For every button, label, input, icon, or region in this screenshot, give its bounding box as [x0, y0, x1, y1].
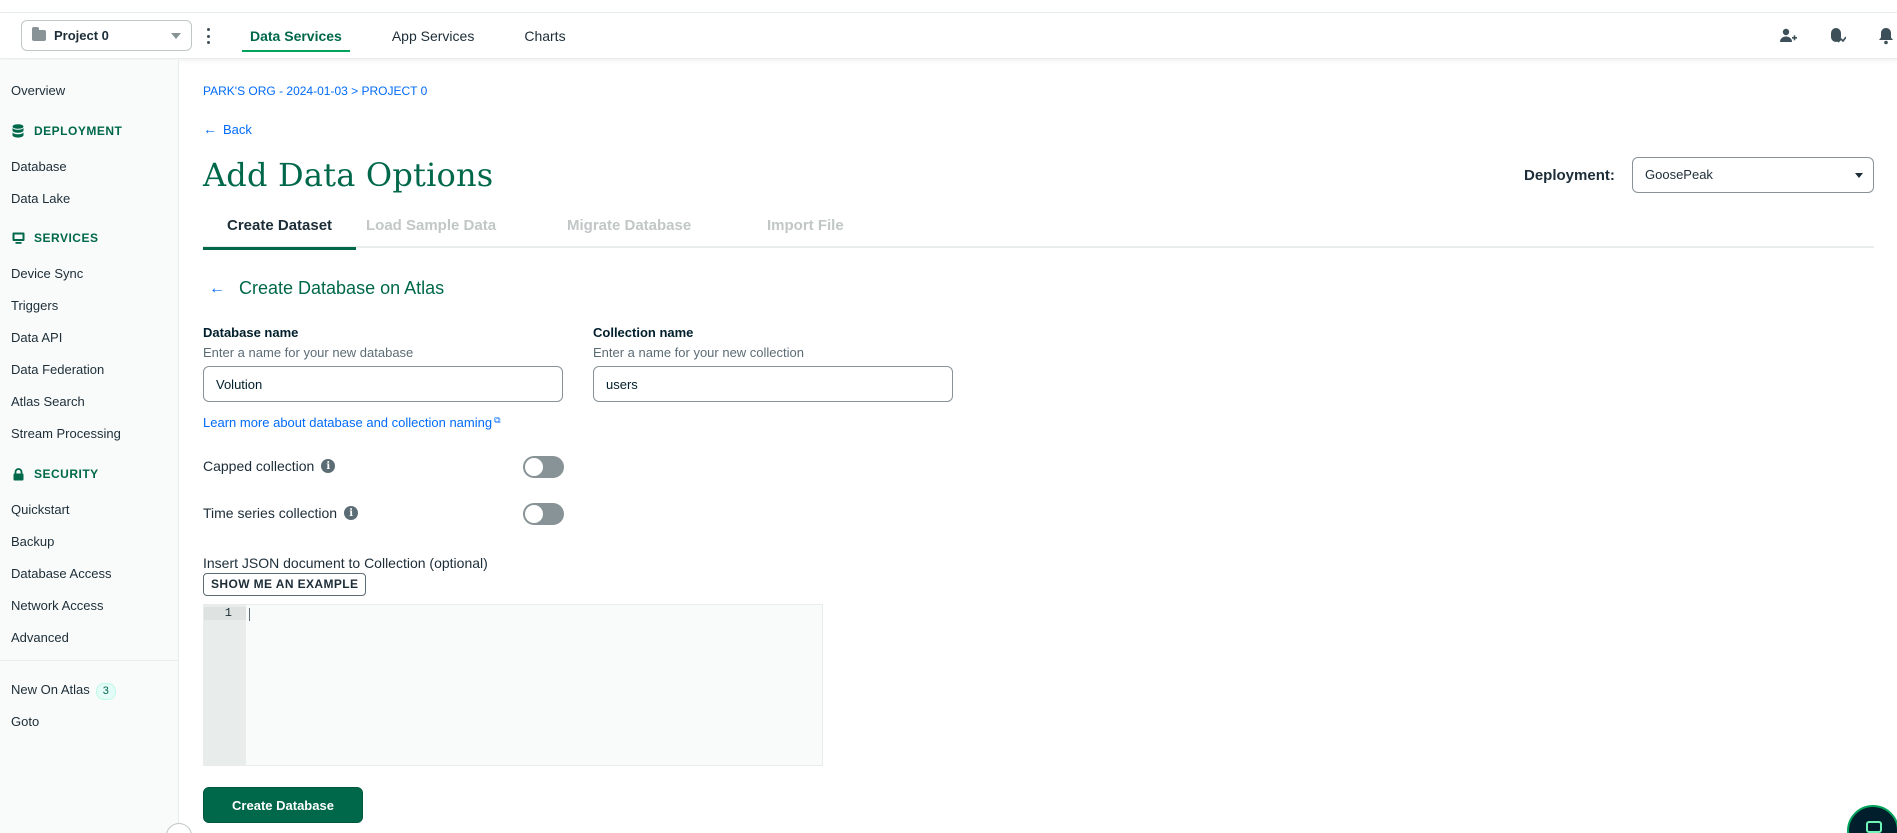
- naming-docs-link[interactable]: Learn more about database and collection…: [203, 415, 501, 430]
- database-name-description: Enter a name for your new database: [203, 345, 414, 360]
- time-series-label: Time series collection: [203, 505, 338, 521]
- caret-down-icon: [1855, 173, 1863, 178]
- activity-feed-icon[interactable]: [1826, 25, 1848, 47]
- deployment-select[interactable]: GoosePeak: [1632, 157, 1874, 193]
- database-name-input[interactable]: [203, 366, 563, 402]
- external-link-icon: ⧉: [494, 415, 501, 425]
- sidebar-heading-label: SECURITY: [34, 467, 99, 481]
- arrow-left-icon: ←: [203, 121, 217, 137]
- sidebar-item-backup[interactable]: Backup: [11, 534, 54, 549]
- sidebar-heading-security: SECURITY: [11, 467, 99, 481]
- nav-app-services[interactable]: App Services: [384, 13, 482, 59]
- show-example-button[interactable]: SHOW ME AN EXAMPLE: [203, 573, 367, 596]
- project-name: Project 0: [54, 28, 109, 43]
- sidebar-item-atlas-search[interactable]: Atlas Search: [11, 394, 85, 409]
- sidebar-item-quickstart[interactable]: Quickstart: [11, 502, 70, 517]
- json-document-label: Insert JSON document to Collection (opti…: [203, 555, 488, 571]
- lock-icon: [11, 467, 25, 481]
- tab-import-file[interactable]: Import File: [767, 208, 844, 248]
- sidebar-item-advanced[interactable]: Advanced: [11, 630, 69, 645]
- collection-name-label: Collection name: [593, 325, 694, 340]
- collection-name-input[interactable]: [593, 366, 953, 402]
- invite-user-icon[interactable]: [1777, 25, 1799, 47]
- sidebar-item-device-sync[interactable]: Device Sync: [11, 266, 83, 281]
- nav-data-services[interactable]: Data Services: [242, 13, 350, 59]
- sidebar-heading-deployment: DEPLOYMENT: [11, 124, 122, 138]
- new-count-badge: 3: [95, 683, 116, 700]
- naming-docs-link-text: Learn more about database and collection…: [203, 415, 493, 430]
- info-icon[interactable]: i: [344, 506, 359, 520]
- sidebar-item-database[interactable]: Database: [11, 159, 67, 174]
- deployment-label: Deployment:: [1524, 167, 1615, 184]
- project-menu-kebab-icon[interactable]: [202, 25, 214, 47]
- sidebar-item-overview[interactable]: Overview: [11, 83, 65, 98]
- sidebar-divider: [0, 660, 179, 661]
- sidebar-item-triggers[interactable]: Triggers: [11, 298, 58, 313]
- sidebar-item-database-access[interactable]: Database Access: [11, 566, 111, 581]
- sidebar-item-stream-processing[interactable]: Stream Processing: [11, 426, 121, 441]
- main-content: PARK'S ORG - 2024-01-03 > PROJECT 0 ← Ba…: [179, 60, 1897, 833]
- sidebar-item-data-lake[interactable]: Data Lake: [11, 191, 70, 206]
- tab-bar: Create Dataset Load Sample Data Migrate …: [203, 208, 1874, 250]
- section-title: ← Create Database on Atlas: [203, 278, 444, 299]
- top-nav: Data Services App Services Charts: [242, 13, 608, 59]
- services-icon: [11, 231, 25, 245]
- tab-create-dataset[interactable]: Create Dataset: [203, 208, 357, 250]
- deployment-value: GoosePeak: [1645, 167, 1713, 182]
- sidebar-item-data-api[interactable]: Data API: [11, 330, 62, 345]
- sidebar: Overview DEPLOYMENT Database Data Lake S…: [0, 60, 179, 833]
- database-name-label: Database name: [203, 325, 299, 340]
- chat-icon: [1866, 821, 1882, 833]
- create-database-button[interactable]: Create Database: [203, 787, 363, 823]
- sidebar-item-network-access[interactable]: Network Access: [11, 598, 103, 613]
- info-icon[interactable]: i: [321, 459, 336, 473]
- top-bar: Project 0 Data Services App Services Cha…: [0, 13, 1897, 59]
- back-label: Back: [223, 121, 252, 137]
- project-select[interactable]: Project 0: [21, 20, 192, 51]
- text-cursor: [249, 608, 250, 621]
- tab-migrate-database[interactable]: Migrate Database: [567, 208, 691, 248]
- capped-collection-label: Capped collection: [203, 458, 315, 474]
- collection-name-description: Enter a name for your new collection: [593, 345, 804, 360]
- json-editor[interactable]: 1: [203, 604, 823, 766]
- toggle-knob: [525, 505, 543, 523]
- sidebar-item-goto[interactable]: Goto: [11, 714, 39, 729]
- sidebar-heading-label: SERVICES: [34, 231, 99, 245]
- top-icons: [1750, 13, 1897, 59]
- capped-collection-toggle[interactable]: [523, 456, 564, 478]
- sidebar-heading-services: SERVICES: [11, 231, 98, 245]
- time-series-row: Time series collection i: [203, 505, 359, 521]
- folder-icon: [32, 27, 46, 41]
- chevron-down-icon: [171, 33, 181, 39]
- section-title-text: Create Database on Atlas: [239, 278, 445, 298]
- toggle-knob: [525, 458, 543, 476]
- database-icon: [11, 124, 25, 138]
- line-number: 1: [204, 607, 246, 620]
- sidebar-item-data-federation[interactable]: Data Federation: [11, 362, 104, 377]
- sidebar-item-label: New On Atlas: [11, 682, 90, 697]
- top-strip: [0, 0, 1897, 13]
- bell-icon[interactable]: [1875, 25, 1897, 47]
- sidebar-item-new-on-atlas[interactable]: New On Atlas 3: [11, 682, 116, 700]
- nav-charts[interactable]: Charts: [516, 13, 573, 59]
- page-title: Add Data Options: [203, 156, 494, 194]
- sidebar-heading-label: DEPLOYMENT: [34, 124, 123, 138]
- editor-gutter: [204, 605, 246, 765]
- back-link[interactable]: ← Back: [203, 121, 252, 137]
- time-series-toggle[interactable]: [523, 503, 564, 525]
- tab-load-sample-data[interactable]: Load Sample Data: [366, 208, 496, 248]
- arrow-left-icon[interactable]: ←: [209, 280, 225, 298]
- capped-collection-row: Capped collection i: [203, 458, 336, 474]
- breadcrumb[interactable]: PARK'S ORG - 2024-01-03 > PROJECT 0: [203, 84, 427, 98]
